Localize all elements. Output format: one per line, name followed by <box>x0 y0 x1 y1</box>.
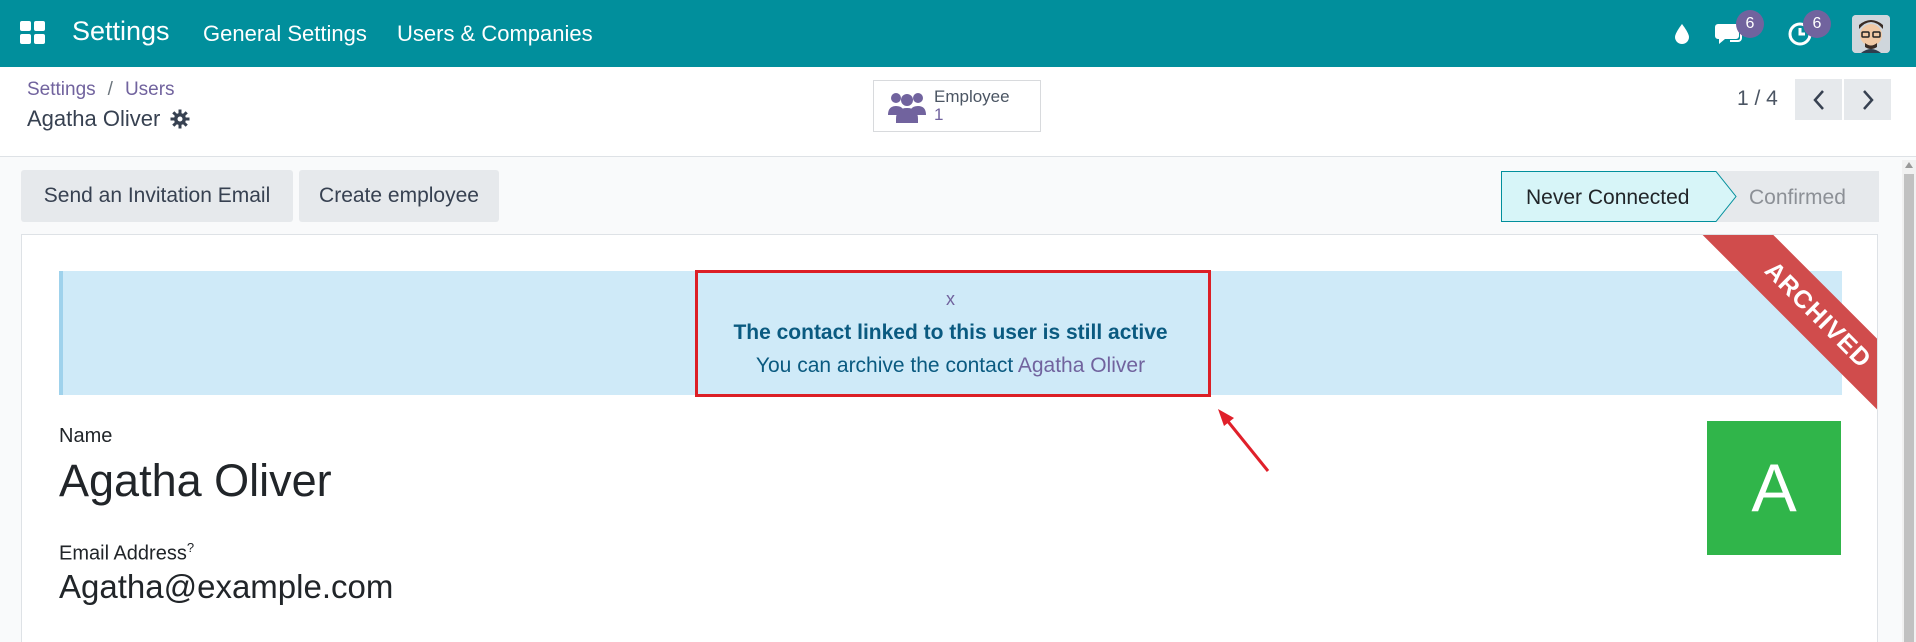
email-help-icon[interactable]: ? <box>187 540 194 555</box>
activities-badge: 6 <box>1803 10 1831 38</box>
smart-button-count: 1 <box>934 105 944 124</box>
employee-smart-button[interactable]: Employee 1 <box>873 80 1041 132</box>
status-never-connected[interactable]: Never Connected <box>1501 171 1717 222</box>
annotation-highlight-box <box>695 270 1211 397</box>
gear-icon[interactable] <box>170 109 190 129</box>
page-scrollbar[interactable] <box>1902 160 1916 642</box>
record-title: Agatha Oliver <box>27 106 190 132</box>
breadcrumb-settings[interactable]: Settings <box>27 79 96 100</box>
app-title[interactable]: Settings <box>72 16 170 47</box>
top-navbar: Settings General Settings Users & Compan… <box>0 0 1916 67</box>
email-value[interactable]: Agatha@example.com <box>59 568 393 606</box>
droplet-icon[interactable] <box>1666 18 1698 50</box>
control-panel: Settings / Users Agatha Oliver Employee 1 <box>0 67 1916 157</box>
form-sheet: x The contact linked to this user is sti… <box>21 234 1878 642</box>
scroll-thumb[interactable] <box>1904 174 1914 642</box>
breadcrumb: Settings / Users <box>27 79 175 101</box>
smart-button-text: Employee 1 <box>934 88 1010 124</box>
email-label-text: Email Address <box>59 542 187 565</box>
archived-ribbon: ARCHIVED <box>1694 235 1877 439</box>
pager-value[interactable]: 1 / 4 <box>1737 87 1778 111</box>
employees-icon <box>888 93 926 123</box>
name-label: Name <box>59 425 113 447</box>
pager-previous-button[interactable] <box>1795 79 1842 120</box>
name-value[interactable]: Agatha Oliver <box>59 455 332 507</box>
pager-next-button[interactable] <box>1844 79 1891 120</box>
status-confirmed[interactable]: Confirmed <box>1749 186 1846 210</box>
breadcrumb-separator: / <box>107 79 113 100</box>
messages-badge: 6 <box>1736 10 1764 38</box>
breadcrumb-users[interactable]: Users <box>125 79 175 100</box>
create-employee-button[interactable]: Create employee <box>299 170 499 222</box>
menu-users-companies[interactable]: Users & Companies <box>397 21 593 47</box>
scroll-up-arrow[interactable] <box>1905 162 1913 168</box>
user-image-placeholder[interactable]: A <box>1707 421 1841 555</box>
chevron-right-icon <box>1862 89 1874 110</box>
status-never-connected-label: Never Connected <box>1526 186 1690 209</box>
apps-grid-icon[interactable] <box>20 21 46 45</box>
menu-general-settings[interactable]: General Settings <box>203 21 367 47</box>
smart-button-label: Employee <box>934 87 1010 106</box>
record-name: Agatha Oliver <box>27 106 161 131</box>
chevron-left-icon <box>1812 89 1824 110</box>
send-invitation-button[interactable]: Send an Invitation Email <box>21 170 293 222</box>
email-label: Email Address? <box>59 540 194 566</box>
user-avatar[interactable] <box>1852 15 1890 53</box>
